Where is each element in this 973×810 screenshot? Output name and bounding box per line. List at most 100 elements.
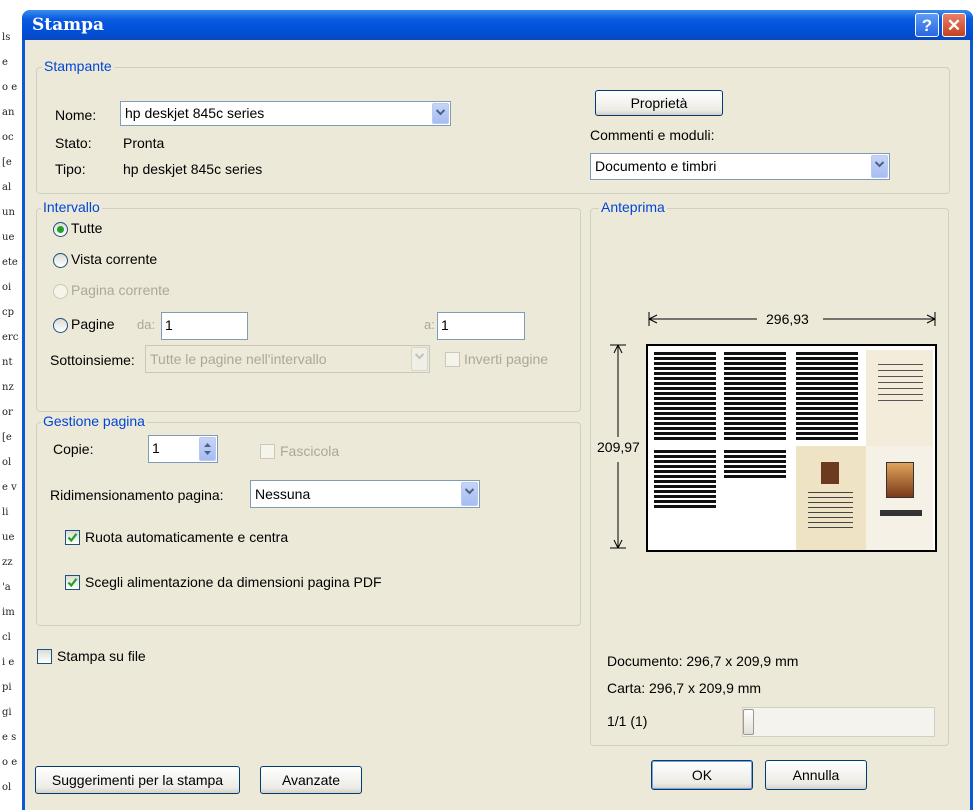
help-button[interactable]: ? — [915, 13, 939, 37]
from-label: da: — [137, 317, 156, 332]
copies-stepper[interactable] — [199, 437, 216, 461]
cancel-button[interactable]: Annulla — [765, 760, 867, 790]
background-text-fragment: oc — [2, 132, 14, 143]
close-button[interactable]: ✕ — [942, 13, 966, 37]
page-preview — [646, 344, 937, 552]
background-text-fragment: e — [2, 57, 8, 68]
page-slider-thumb[interactable] — [743, 709, 754, 735]
print-tips-button[interactable]: Suggerimenti per la stampa — [35, 766, 240, 794]
background-text-fragment: erc — [2, 332, 19, 343]
auto-rotate-checkbox[interactable] — [65, 530, 80, 545]
radio-current-view[interactable] — [53, 253, 68, 268]
chevron-down-icon[interactable] — [461, 482, 478, 506]
background-text-fragment: [e — [2, 157, 12, 168]
subset-select: Tutte le pagine nell'intervallo — [145, 345, 430, 373]
choose-source-checkbox[interactable] — [65, 575, 80, 590]
background-text-fragment: an — [2, 107, 15, 118]
from-page-input[interactable]: 1 — [161, 312, 248, 340]
background-text-fragment: e v — [2, 482, 17, 493]
collate-checkbox — [260, 444, 275, 459]
printer-status-value: Pronta — [123, 135, 165, 151]
radio-current-page-label: Pagina corrente — [71, 282, 170, 298]
copies-value: 1 — [152, 440, 160, 456]
print-to-file-checkbox[interactable] — [37, 649, 52, 664]
chevron-down-icon — [411, 347, 428, 371]
text-line — [880, 510, 922, 516]
background-text-fragment: im — [2, 607, 15, 618]
page-handling-legend: Gestione pagina — [41, 413, 147, 429]
from-page-value: 1 — [165, 317, 173, 333]
auto-rotate-label[interactable]: Ruota automaticamente e centra — [85, 529, 288, 545]
subset-value: Tutte le pagine nell'intervallo — [150, 351, 327, 367]
comments-forms-value: Documento e timbri — [595, 158, 717, 174]
checkmark-icon — [67, 578, 78, 588]
text-column — [724, 352, 786, 442]
paper-size-label: Carta: 296,7 x 209,9 mm — [607, 680, 762, 696]
title-bar[interactable]: Stampa ? ✕ — [22, 10, 973, 40]
background-text-fragment: or — [2, 407, 13, 418]
radio-all-label[interactable]: Tutte — [71, 220, 102, 236]
width-dimension-label: 296,93 — [766, 311, 809, 327]
window-title: Stampa — [32, 15, 105, 35]
print-dialog: Stampa ? ✕ Stampante Nome: hp deskjet 84… — [22, 10, 973, 810]
background-text-fragment: pi — [2, 682, 12, 693]
page-counter-label: 1/1 (1) — [607, 713, 648, 729]
background-text-fragment: [e — [2, 432, 12, 443]
background-text-fragment: e s — [2, 732, 17, 743]
background-document: ls e o e an oc [e al un ue ete oi cp erc nt nz or [e ol e … — [0, 0, 22, 810]
background-text-fragment: al — [2, 182, 12, 193]
collate-label: Fascicola — [280, 443, 340, 459]
reverse-pages-label: Inverti pagine — [464, 351, 549, 367]
chevron-down-icon[interactable] — [432, 103, 449, 124]
page-slider-track[interactable] — [742, 707, 935, 737]
radio-pages[interactable] — [53, 318, 68, 333]
background-text-fragment: i e — [2, 657, 15, 668]
stepper-arrows-icon — [204, 443, 211, 455]
advanced-button[interactable]: Avanzate — [260, 766, 362, 794]
properties-button[interactable]: Proprietà — [595, 90, 723, 116]
copies-input[interactable]: 1 — [148, 435, 218, 463]
subset-label: Sottoinsieme: — [50, 352, 135, 368]
background-text-fragment: ol — [2, 782, 12, 793]
scaling-select[interactable]: Nessuna — [250, 480, 480, 508]
radio-all[interactable] — [53, 222, 68, 237]
to-label: a: — [424, 317, 435, 332]
chevron-down-icon[interactable] — [871, 155, 888, 178]
background-text-fragment: nt — [2, 357, 13, 368]
radio-current-view-label[interactable]: Vista corrente — [71, 251, 157, 267]
printer-type-value: hp deskjet 845c series — [123, 161, 263, 177]
background-text-fragment: cp — [2, 307, 15, 318]
background-text-fragment: zz — [2, 557, 13, 568]
background-text-fragment: ls — [2, 32, 11, 43]
printer-name-label: Nome: — [55, 107, 97, 123]
choose-source-label[interactable]: Scegli alimentazione da dimensioni pagin… — [85, 574, 382, 590]
printer-name-select[interactable]: hp deskjet 845c series — [120, 101, 451, 126]
text-column — [724, 450, 786, 478]
copies-label: Copie: — [53, 441, 94, 457]
radio-pages-label[interactable]: Pagine — [71, 316, 115, 332]
background-text-fragment: 'a — [2, 582, 11, 593]
scaling-label: Ridimensionamento pagina: — [50, 487, 224, 503]
comments-forms-select[interactable]: Documento e timbri — [590, 153, 890, 180]
ok-button[interactable]: OK — [651, 760, 753, 790]
checkmark-icon — [67, 533, 78, 543]
print-to-file-label[interactable]: Stampa su file — [57, 648, 146, 664]
background-text-fragment: ue — [2, 232, 15, 243]
background-text-fragment: o e — [2, 757, 18, 768]
printer-legend: Stampante — [42, 58, 114, 74]
scaling-value: Nessuna — [255, 486, 311, 502]
text-line — [808, 492, 853, 532]
background-text-fragment: oi — [2, 282, 12, 293]
comments-forms-label: Commenti e moduli: — [590, 127, 715, 143]
text-line — [878, 364, 923, 404]
background-text-fragment: gi — [2, 707, 12, 718]
preview-legend: Anteprima — [599, 199, 667, 215]
dialog-body: Stampante Nome: hp deskjet 845c series S… — [25, 40, 970, 810]
painting-thumbnail — [886, 462, 914, 498]
to-page-input[interactable]: 1 — [437, 312, 525, 340]
background-text-fragment: o e — [2, 82, 18, 93]
printer-name-value: hp deskjet 845c series — [125, 105, 265, 121]
background-text-fragment: cl — [2, 632, 11, 643]
background-text-fragment: ete — [2, 257, 18, 268]
printer-type-label: Tipo: — [55, 161, 86, 177]
